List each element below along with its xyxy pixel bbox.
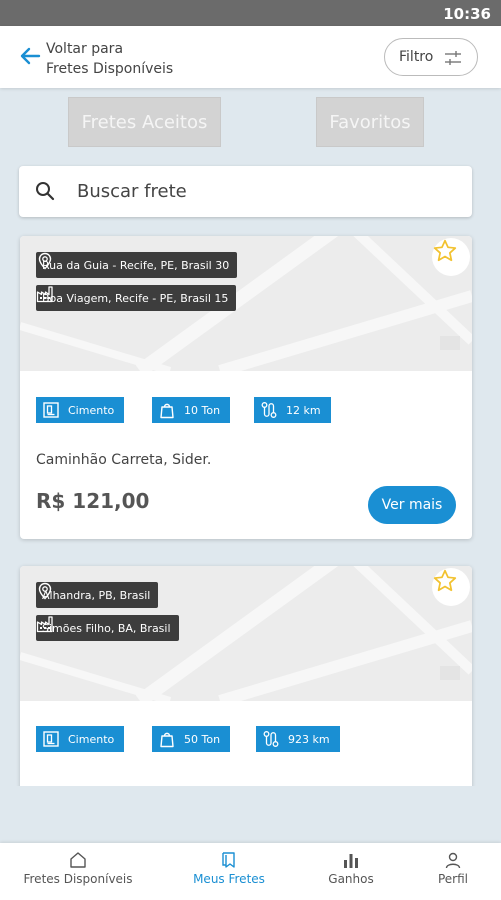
search-box	[19, 166, 472, 217]
weight-text: 10 Ton	[184, 403, 221, 417]
nav-meus-fretes[interactable]: Meus Fretes	[184, 843, 274, 900]
weight-chip: 50 Ton	[152, 726, 231, 752]
cargo-chip: Cimento	[36, 726, 125, 752]
freight-list: Rua da Guia - Recife, PE, Brasil 30 Boa …	[0, 226, 501, 786]
cargo-bag-icon	[43, 402, 59, 418]
user-icon	[445, 852, 461, 869]
nav-fretes-disponiveis[interactable]: Fretes Disponíveis	[18, 843, 138, 900]
book-icon	[222, 852, 235, 868]
tab-favoritos[interactable]: Favoritos	[316, 97, 424, 147]
destination-text: Boa Viagem, Recife - PE, Brasil 15	[42, 291, 229, 305]
weight-bag-icon	[160, 403, 174, 419]
weight-chip: 10 Ton	[152, 397, 231, 423]
distance-chip: 12 km	[254, 397, 331, 423]
sliders-icon	[445, 51, 461, 65]
cargo-bag-icon	[43, 731, 59, 747]
nav-ganhos[interactable]: Ganhos	[320, 843, 382, 900]
star-icon	[433, 239, 457, 262]
favorite-button[interactable]	[432, 568, 470, 606]
origin-tag: Alhandra, PB, Brasil	[36, 582, 159, 608]
search-icon	[36, 182, 55, 201]
nav-meus-fretes-label: Meus Fretes	[193, 872, 265, 886]
factory-icon	[36, 286, 53, 303]
price: R$ 121,00	[36, 489, 150, 513]
location-pin-icon	[38, 252, 52, 270]
destination-text: Simões Filho, BA, Brasil	[42, 621, 171, 635]
ver-mais-button[interactable]: Ver mais	[368, 486, 456, 524]
nav-perfil-label: Perfil	[437, 872, 469, 886]
status-bar: 10:36	[0, 0, 501, 26]
route-icon	[263, 731, 279, 747]
favorite-button[interactable]	[432, 238, 470, 276]
back-label-line1: Voltar para	[46, 41, 124, 57]
route-icon	[261, 402, 277, 418]
factory-icon	[36, 616, 53, 633]
origin-tag: Rua da Guia - Recife, PE, Brasil 30	[36, 252, 238, 278]
map-preview: Rua da Guia - Recife, PE, Brasil 30 Boa …	[20, 236, 472, 371]
cargo-text: Cimento	[68, 403, 115, 417]
weight-text: 50 Ton	[184, 732, 221, 746]
cargo-text: Cimento	[68, 732, 115, 746]
tab-fretes-aceitos[interactable]: Fretes Aceitos	[68, 97, 221, 147]
home-icon	[70, 852, 86, 868]
status-time: 10:36	[443, 5, 491, 23]
freight-card[interactable]: Alhandra, PB, Brasil Simões Filho, BA, B…	[20, 566, 472, 786]
nav-fretes-disponiveis-label: Fretes Disponíveis	[23, 872, 133, 886]
distance-chip: 923 km	[256, 726, 340, 752]
origin-text: Alhandra, PB, Brasil	[42, 588, 151, 602]
freight-card[interactable]: Rua da Guia - Recife, PE, Brasil 30 Boa …	[20, 236, 472, 539]
bar-chart-icon	[344, 854, 358, 868]
bottom-nav: Fretes Disponíveis Meus Fretes Ganhos Pe…	[0, 843, 501, 900]
tab-fretes-aceitos-label: Fretes Aceitos	[81, 112, 208, 133]
back-arrow-icon[interactable]	[18, 44, 42, 68]
tab-favoritos-label: Favoritos	[329, 112, 411, 133]
distance-text: 923 km	[288, 732, 330, 746]
search-input[interactable]	[77, 174, 457, 208]
location-pin-icon	[38, 582, 52, 600]
filter-button[interactable]: Filtro	[384, 38, 478, 76]
star-icon	[433, 569, 457, 592]
app-header: Voltar para Fretes Disponíveis Filtro	[0, 26, 501, 88]
origin-text: Rua da Guia - Recife, PE, Brasil 30	[42, 258, 230, 272]
destination-tag: Boa Viagem, Recife - PE, Brasil 15	[36, 285, 237, 311]
nav-ganhos-label: Ganhos	[328, 872, 374, 886]
nav-perfil[interactable]: Perfil	[426, 843, 480, 900]
filter-label: Filtro	[399, 49, 434, 65]
destination-tag: Simões Filho, BA, Brasil	[36, 615, 179, 641]
map-preview: Alhandra, PB, Brasil Simões Filho, BA, B…	[20, 566, 472, 701]
back-label-line2: Fretes Disponíveis	[46, 61, 174, 77]
cargo-chip: Cimento	[36, 397, 125, 423]
distance-text: 12 km	[286, 403, 321, 417]
back-link[interactable]: Voltar para Fretes Disponíveis	[46, 39, 173, 79]
vehicle-type: Caminhão Carreta, Sider.	[36, 452, 212, 468]
weight-bag-icon	[160, 732, 174, 748]
